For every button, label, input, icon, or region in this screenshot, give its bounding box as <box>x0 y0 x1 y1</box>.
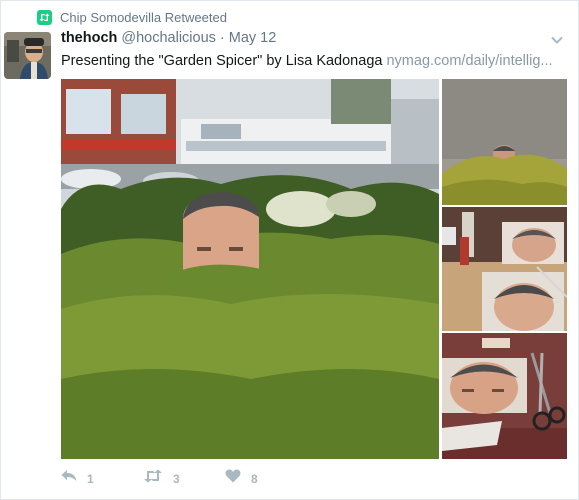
retweet-count: 3 <box>173 471 180 486</box>
avatar[interactable] <box>4 32 51 79</box>
reply-icon <box>61 469 77 488</box>
author-handle[interactable]: @hochalicious <box>121 30 216 46</box>
tweet-card[interactable]: Chip Somodevilla Retweeted thehoch @hoch… <box>0 0 579 500</box>
retweet-icon <box>143 469 163 488</box>
retweet-context-icon <box>37 9 52 25</box>
retweet-button[interactable]: 3 <box>143 469 180 488</box>
author-name[interactable]: thehoch <box>61 30 117 46</box>
media-grid <box>61 79 567 459</box>
media-photo-main[interactable] <box>61 79 439 459</box>
chevron-down-icon[interactable] <box>550 33 564 47</box>
retweet-context-text[interactable]: Chip Somodevilla Retweeted <box>60 10 227 25</box>
retweet-context: Chip Somodevilla Retweeted <box>37 8 227 26</box>
tweet-text-body: Presenting the "Garden Spicer" by Lisa K… <box>61 53 387 69</box>
tweet-timestamp[interactable]: May 12 <box>229 30 277 46</box>
heart-icon <box>225 469 241 488</box>
reply-count: 1 <box>87 471 94 486</box>
like-count: 8 <box>251 471 258 486</box>
like-button[interactable]: 8 <box>225 469 258 488</box>
tweet-link[interactable]: nymag.com/daily/intellig... <box>386 53 552 69</box>
media-photo-2[interactable] <box>442 79 567 205</box>
tweet-text: Presenting the "Garden Spicer" by Lisa K… <box>61 51 561 71</box>
media-photo-3[interactable] <box>442 207 567 331</box>
tweet-header: thehoch @hochalicious · May 12 <box>61 30 558 50</box>
media-photo-4[interactable] <box>442 333 567 459</box>
header-separator: · <box>219 30 225 46</box>
reply-button[interactable]: 1 <box>61 469 94 488</box>
